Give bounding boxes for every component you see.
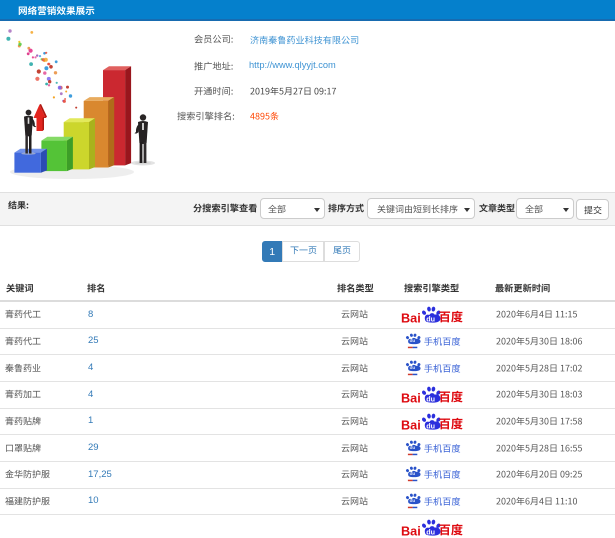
svg-text:du: du	[426, 314, 435, 323]
svg-text:du: du	[426, 394, 435, 403]
svg-text:du: du	[410, 365, 416, 370]
svg-text:Bai: Bai	[401, 311, 421, 325]
svg-text:du: du	[410, 498, 416, 503]
svg-text:du: du	[410, 472, 416, 477]
svg-text:du: du	[426, 421, 435, 430]
svg-text:Bai: Bai	[401, 418, 421, 432]
svg-text:du: du	[410, 338, 416, 343]
svg-text:du: du	[410, 445, 416, 450]
svg-text:Bai: Bai	[401, 524, 421, 538]
svg-text:Bai: Bai	[401, 391, 421, 405]
svg-text:du: du	[426, 527, 435, 536]
